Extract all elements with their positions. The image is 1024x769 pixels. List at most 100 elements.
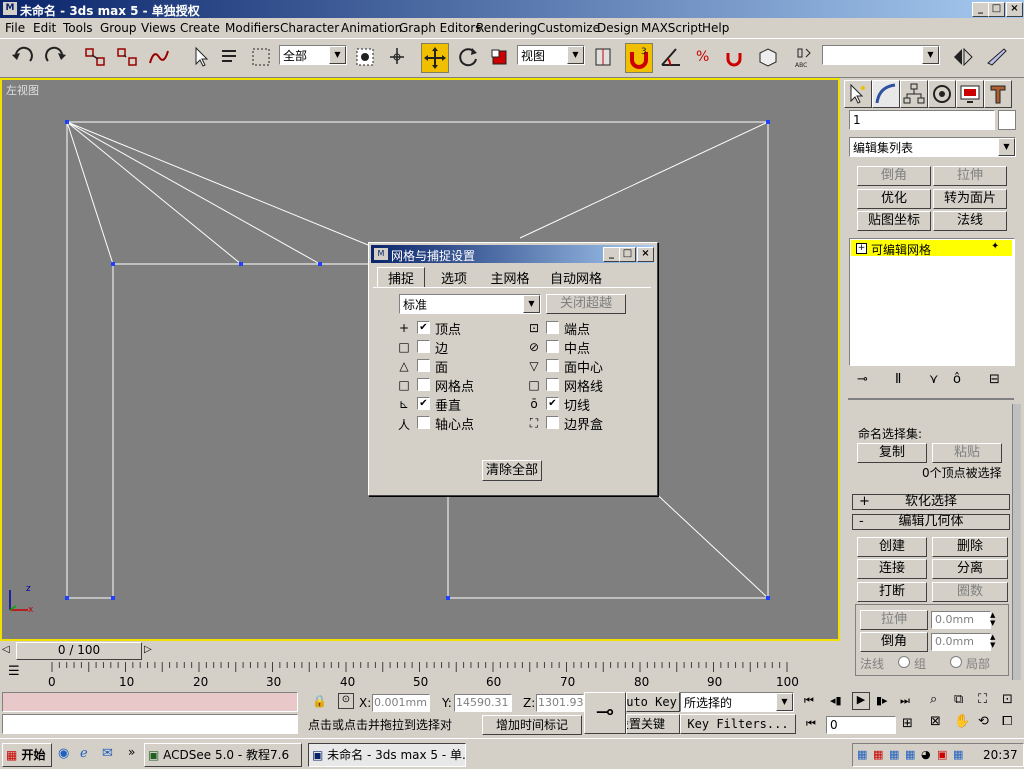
extrude-button[interactable]: 拉伸: [860, 610, 928, 630]
maximize-button[interactable]: □: [988, 2, 1005, 17]
rotate-icon[interactable]: [455, 43, 481, 71]
menu-design[interactable]: Design: [597, 21, 638, 35]
angle-snap-icon[interactable]: [658, 43, 684, 71]
key-mode-toggle-icon[interactable]: ⏮: [806, 717, 816, 731]
taskbar-acdsee[interactable]: ▣ ACDSee 5.0 - 教程7.6: [144, 743, 302, 767]
media-player-icon[interactable]: ◉: [58, 746, 69, 761]
menu-rendering[interactable]: Rendering: [476, 21, 537, 35]
menu-group[interactable]: Group: [100, 21, 137, 35]
attach-button[interactable]: 连接: [857, 559, 927, 579]
pivot-center-icon[interactable]: [590, 43, 616, 71]
named-selection-icon[interactable]: [755, 43, 781, 71]
utilities-tab-icon[interactable]: [984, 80, 1012, 108]
detach-button[interactable]: 分离: [932, 559, 1008, 579]
display-tab-icon[interactable]: [956, 80, 984, 108]
menu-edit[interactable]: Edit: [33, 21, 56, 35]
zoom-extents-icon[interactable]: ⛶: [978, 692, 987, 707]
go-to-start-icon[interactable]: ⏮: [804, 694, 814, 708]
time-configuration-icon[interactable]: ⊞: [902, 716, 913, 731]
set-key-button[interactable]: 设置关键: [626, 714, 680, 734]
edit-geometry-rollout[interactable]: - 编辑几何体: [852, 514, 1010, 530]
tray-ime-icon[interactable]: ▦: [953, 748, 963, 761]
zoom-icon[interactable]: ⌕: [930, 692, 937, 707]
reference-coordinate-dropdown[interactable]: 视图 ▼: [517, 45, 585, 65]
center-face-checkbox[interactable]: [546, 359, 559, 372]
grid-point-checkbox[interactable]: [417, 378, 430, 391]
tray-monitor-icon[interactable]: ▦: [905, 748, 915, 761]
track-bar[interactable]: ☰ 0 10 20 30 40 50 60 70 80 90 100: [0, 662, 840, 690]
chamfer-amount-spinner[interactable]: 0.0mm: [931, 633, 991, 651]
tab-home-grid[interactable]: 主网格: [485, 267, 535, 288]
object-name-field[interactable]: 1: [849, 110, 995, 130]
dialog-maximize-button[interactable]: □: [619, 247, 636, 262]
undo-icon[interactable]: [10, 43, 36, 71]
configure-modifier-sets-icon[interactable]: ⊟: [989, 372, 1000, 387]
show-end-result-icon[interactable]: Ⅱ: [895, 372, 901, 387]
expand-icon[interactable]: +: [856, 243, 867, 254]
copy-button[interactable]: 复制: [857, 443, 927, 463]
start-button[interactable]: ▦ 开始: [2, 743, 52, 767]
soft-selection-rollout[interactable]: + 软化选择: [852, 494, 1010, 510]
go-to-end-icon[interactable]: ⏭: [900, 694, 910, 708]
unlink-icon[interactable]: [114, 43, 140, 71]
dialog-minimize-button[interactable]: _: [603, 247, 620, 262]
make-unique-icon[interactable]: ⋎: [929, 372, 939, 387]
align-icon[interactable]: [984, 43, 1010, 71]
override-off-button[interactable]: 关闭超越: [546, 294, 626, 314]
radio-local[interactable]: [950, 656, 962, 668]
internet-explorer-icon[interactable]: ℯ: [80, 746, 88, 761]
tab-options[interactable]: 选项: [431, 267, 477, 288]
normal-button[interactable]: 法线: [933, 211, 1007, 231]
menu-character[interactable]: Character: [280, 21, 339, 35]
quick-launch-more-icon[interactable]: »: [128, 745, 135, 759]
modifier-list-dropdown[interactable]: 编辑集列表 ▼: [849, 137, 1016, 157]
menu-customize[interactable]: Customize: [537, 21, 600, 35]
chamfer-top-button[interactable]: 倒角: [857, 166, 931, 186]
select-object-icon[interactable]: [188, 43, 214, 71]
previous-frame-icon[interactable]: ◂▮: [830, 694, 842, 707]
tray-antivirus-icon[interactable]: ▣: [937, 748, 947, 761]
vertex-checkbox[interactable]: ✔: [417, 321, 430, 334]
optimize-button[interactable]: 优化: [857, 189, 931, 209]
midpoint-checkbox[interactable]: [546, 340, 559, 353]
outlook-icon[interactable]: ✉: [102, 746, 113, 761]
maxscript-listener-top[interactable]: [2, 692, 298, 712]
link-icon[interactable]: [82, 43, 108, 71]
selection-filter-dropdown[interactable]: 全部 ▼: [279, 45, 347, 65]
turn-button[interactable]: 圈数: [932, 582, 1008, 602]
dialog-close-button[interactable]: ×: [637, 247, 654, 262]
add-time-tag-button[interactable]: 增加时间标记: [482, 715, 582, 735]
y-coord-field[interactable]: 14590.31: [454, 694, 512, 712]
time-slider-next-icon[interactable]: ▷: [144, 644, 152, 655]
key-icon[interactable]: ⊸: [584, 692, 626, 734]
region-zoom-icon[interactable]: ⊠: [930, 714, 941, 729]
hierarchy-tab-icon[interactable]: [900, 80, 928, 108]
spinner-arrows-icon[interactable]: ▲ ▼: [990, 611, 995, 627]
menu-create[interactable]: Create: [180, 21, 220, 35]
taskbar-3dsmax[interactable]: ▣ 未命名 - 3ds max 5 - 单...: [308, 743, 466, 767]
chamfer-button[interactable]: 倒角: [860, 632, 928, 652]
tray-printer-icon[interactable]: ▦: [873, 748, 883, 761]
maximize-viewport-icon[interactable]: ⧠: [1002, 714, 1012, 729]
absolute-mode-icon[interactable]: ⊙: [338, 693, 354, 709]
scale-icon[interactable]: [487, 43, 513, 71]
menu-animation[interactable]: Animation: [341, 21, 402, 35]
menu-help[interactable]: Help: [702, 21, 729, 35]
clear-all-button[interactable]: 清除全部: [482, 460, 542, 481]
x-coord-field[interactable]: 0.001mm: [372, 694, 430, 712]
uvw-map-button[interactable]: 贴图坐标: [857, 211, 931, 231]
time-slider-thumb[interactable]: 0 / 100: [16, 642, 142, 660]
close-button[interactable]: ×: [1006, 2, 1023, 17]
select-by-name-icon[interactable]: [216, 43, 242, 71]
create-tab-icon[interactable]: [844, 80, 872, 108]
tab-snaps[interactable]: 捕捉: [377, 267, 425, 288]
extrude-amount-spinner[interactable]: 0.0mm: [931, 611, 991, 629]
bounding-box-checkbox[interactable]: [546, 416, 559, 429]
tangent-checkbox[interactable]: ✔: [546, 397, 559, 410]
play-icon[interactable]: ▶: [852, 692, 870, 710]
motion-tab-icon[interactable]: [928, 80, 956, 108]
stack-item-editable-mesh[interactable]: + 可编辑网格 ✦: [851, 240, 1012, 257]
next-frame-icon[interactable]: ▮▸: [876, 694, 888, 707]
snap-3d-icon[interactable]: 3: [625, 43, 653, 73]
face-checkbox[interactable]: [417, 359, 430, 372]
